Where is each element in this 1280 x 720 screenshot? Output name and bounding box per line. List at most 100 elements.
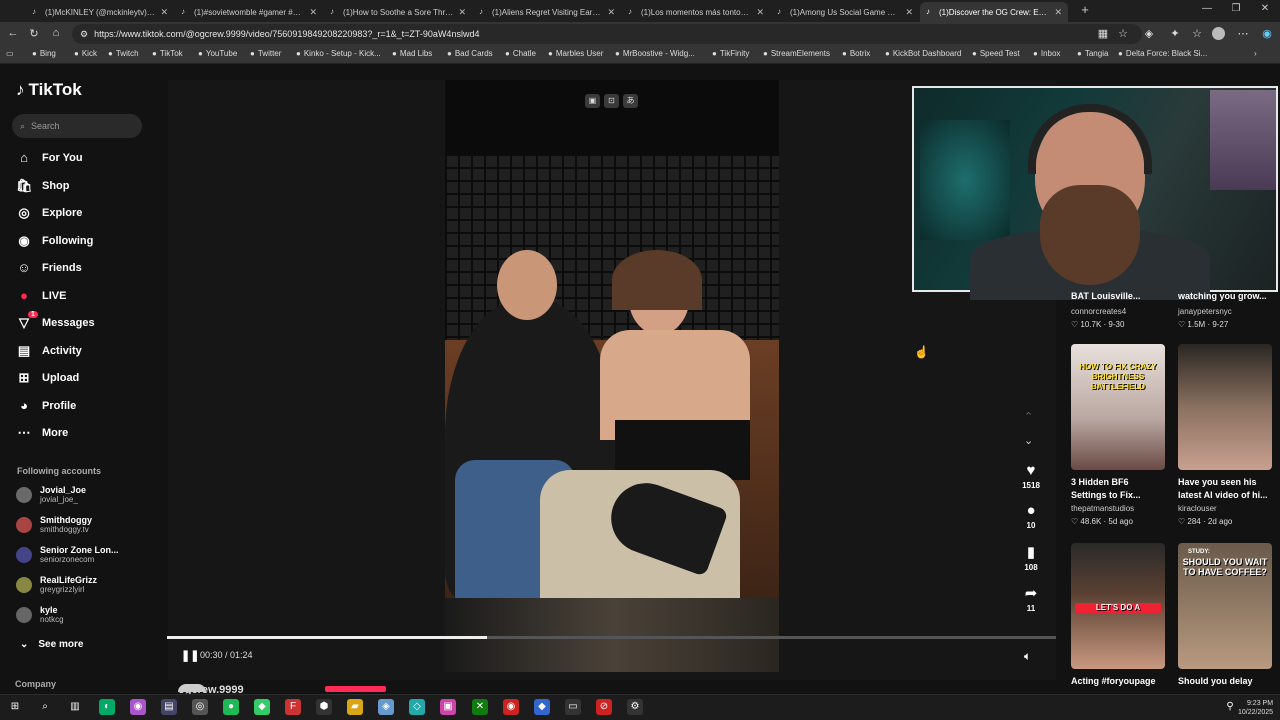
author-avatar[interactable] (178, 684, 206, 692)
app-icon[interactable]: ◈ (378, 699, 394, 715)
tab-6[interactable]: ♪ (1)Discover the OG Crew: Ep... ✕ (920, 2, 1068, 22)
extension-icon[interactable]: ◈ (1142, 27, 1156, 40)
sidebar-item-more[interactable]: ⋯ More (16, 425, 69, 441)
bookmark-item[interactable]: ● TikTok (152, 49, 183, 58)
profile-avatar[interactable] (1212, 27, 1225, 40)
app-icon[interactable]: ◆ (534, 699, 550, 715)
video-thumbnail[interactable]: LET'S DO A (1071, 543, 1165, 669)
bookmark-item[interactable]: ● KickBot Dashboard (885, 49, 961, 58)
bookmark-item[interactable]: ● Delta Force: Black Si... (1118, 49, 1207, 58)
app-icon[interactable]: ◇ (409, 699, 425, 715)
tab-3[interactable]: ♪ (1)Aliens Regret Visiting Earth Afte...… (473, 2, 621, 22)
bookmarks-menu-icon[interactable]: ▭ (6, 49, 14, 58)
next-video-icon[interactable]: ⌄ (1024, 434, 1033, 447)
spotify-icon[interactable]: ● (223, 699, 239, 715)
app-icon[interactable]: ◉ (130, 699, 146, 715)
video-thumbnail[interactable]: STUDY: SHOULD YOU WAIT TO HAVE COFFEE? (1178, 543, 1272, 669)
bookmark-item[interactable]: ● Bad Cards (447, 49, 493, 58)
bookmark-item[interactable]: ● Chatle (505, 49, 536, 58)
video-thumbnail[interactable]: HOW TO FIX CRAZY BRIGHTNESS BATTLEFIELD (1071, 344, 1165, 470)
tab-2[interactable]: ♪ (1)How to Soothe a Sore Throat F... ✕ (324, 2, 472, 22)
volume-icon[interactable]: 🔈︎ (1024, 649, 1031, 664)
bookmark-item[interactable]: ● Mad Libs (392, 49, 432, 58)
sidebar-item-following[interactable]: ◉ Following (16, 233, 93, 249)
bookmark-item[interactable]: ● TikFinity (712, 49, 749, 58)
task-view-icon[interactable]: ▥ (67, 699, 83, 715)
bookmark-item[interactable]: ● Twitter (250, 49, 281, 58)
tab-close-icon[interactable]: ✕ (458, 7, 466, 18)
tab-close-icon[interactable]: ✕ (309, 7, 317, 18)
following-account[interactable]: Senior Zone Lon... seniorzonecom (16, 545, 119, 565)
minimize-icon[interactable]: — (1198, 3, 1216, 14)
tab-close-icon[interactable]: ✕ (607, 7, 615, 18)
tab-close-icon[interactable]: ✕ (905, 7, 913, 18)
sidebar-item-shop[interactable]: 🛍︎ Shop (16, 178, 70, 194)
save-button[interactable]: ▮ 108 (1016, 544, 1046, 572)
app-icon[interactable]: ⬢ (316, 699, 332, 715)
maximize-icon[interactable]: ❐ (1227, 3, 1245, 14)
sidebar-item-messages[interactable]: ▽ Messages 1 (16, 311, 95, 331)
search-icon[interactable]: ⌕ (37, 699, 53, 715)
translate-overlay-icon[interactable]: あ (623, 94, 638, 108)
previous-video-icon[interactable]: ⌃ (1024, 410, 1033, 423)
bookmark-item[interactable]: ● MrBoostive - Widg... (615, 49, 695, 58)
network-icon[interactable]: ⚲ (1222, 699, 1238, 715)
bookmark-item[interactable]: ● StreamElements (763, 49, 830, 58)
video-thumbnail[interactable] (1178, 344, 1272, 470)
bookmarks-more-icon[interactable]: › (1254, 49, 1257, 58)
screen-capture-icon[interactable]: ⊡ (604, 94, 619, 108)
bookmark-item[interactable]: ● Tangia (1077, 49, 1108, 58)
like-button[interactable]: ♥ 1518 (1016, 462, 1046, 490)
app-icon[interactable]: ▤ (161, 699, 177, 715)
windows-start-icon[interactable]: ⊞ (7, 699, 23, 715)
sidebar-item-upload[interactable]: ⊞ Upload (16, 370, 80, 386)
share-button[interactable]: ➦ 11 (1016, 585, 1046, 613)
app-icon[interactable]: ⊘ (596, 699, 612, 715)
new-tab-button[interactable]: + (1078, 3, 1092, 17)
tab-5[interactable]: ♪ (1)Among Us Social Game Strate... ✕ (771, 2, 919, 22)
edge-icon[interactable]: ◐ (99, 699, 115, 715)
tiktok-logo[interactable]: ♪ TikTok (16, 80, 82, 100)
close-window-icon[interactable]: ✕ (1256, 3, 1274, 14)
sidebar-item-live[interactable]: ● LIVE (16, 288, 66, 304)
sidebar-item-activity[interactable]: ▤ Activity (16, 343, 82, 359)
bookmark-item[interactable]: ● Botrix (842, 49, 870, 58)
app-icon[interactable]: ▭ (565, 699, 581, 715)
tab-4[interactable]: ♪ (1)Los momentos más tontos de... ✕ (622, 2, 770, 22)
bookmark-item[interactable]: ● Twitch (108, 49, 139, 58)
app-icon[interactable]: ▣ (440, 699, 456, 715)
translate-icon[interactable]: ▦ (1096, 27, 1110, 40)
settings-icon[interactable]: ⚙ (627, 699, 643, 715)
bookmark-item[interactable]: ● Kinko - Setup - Kick... (296, 49, 381, 58)
favorites-icon[interactable]: ☆ (1190, 27, 1204, 40)
following-account[interactable]: Smithdoggy smithdoggy.tv (16, 515, 92, 535)
tab-close-icon[interactable]: ✕ (160, 7, 168, 18)
tab-1[interactable]: ♪ (1)#sovietwomble #gamer #gami... ✕ (175, 2, 323, 22)
search-input[interactable]: ⌕ Search (12, 114, 142, 138)
pause-button[interactable]: ❚❚ (181, 649, 199, 662)
tab-close-icon[interactable]: ✕ (1054, 7, 1062, 18)
pip-icon[interactable]: ▣ (585, 94, 600, 108)
bookmark-star-icon[interactable]: ☆ (1116, 27, 1130, 40)
menu-dots-icon[interactable]: ⋯ (1236, 27, 1250, 40)
company-link[interactable]: Company (15, 679, 56, 689)
sidebar-item-explore[interactable]: ◎ Explore (16, 205, 82, 221)
sidebar-item-for-you[interactable]: ⌂ For You (16, 150, 82, 166)
address-bar[interactable]: ⚙ https://www.tiktok.com/@ogcrew.9999/vi… (72, 24, 1142, 44)
file-explorer-icon[interactable]: ▰ (347, 699, 363, 715)
see-more-button[interactable]: ⌄ See more (20, 639, 83, 650)
xbox-icon[interactable]: ✕ (472, 699, 488, 715)
extensions-puzzle-icon[interactable]: ✦ (1168, 27, 1182, 40)
following-account[interactable]: Jovial_Joe jovial_joe_ (16, 485, 86, 505)
app-icon[interactable]: ◆ (254, 699, 270, 715)
copilot-icon[interactable]: ◉ (1260, 27, 1274, 40)
app-icon[interactable]: ◉ (503, 699, 519, 715)
bookmark-item[interactable]: ● YouTube (198, 49, 237, 58)
app-icon[interactable]: ◎ (192, 699, 208, 715)
comment-button[interactable]: ● 10 (1016, 502, 1046, 530)
site-info-icon[interactable]: ⚙ (80, 29, 88, 40)
home-button-icon[interactable]: ⌂ (49, 27, 63, 39)
bookmark-item[interactable]: ● Bing (32, 49, 56, 58)
bookmark-item[interactable]: ● Marbles User (548, 49, 603, 58)
bookmark-item[interactable]: ● Speed Test (972, 49, 1020, 58)
